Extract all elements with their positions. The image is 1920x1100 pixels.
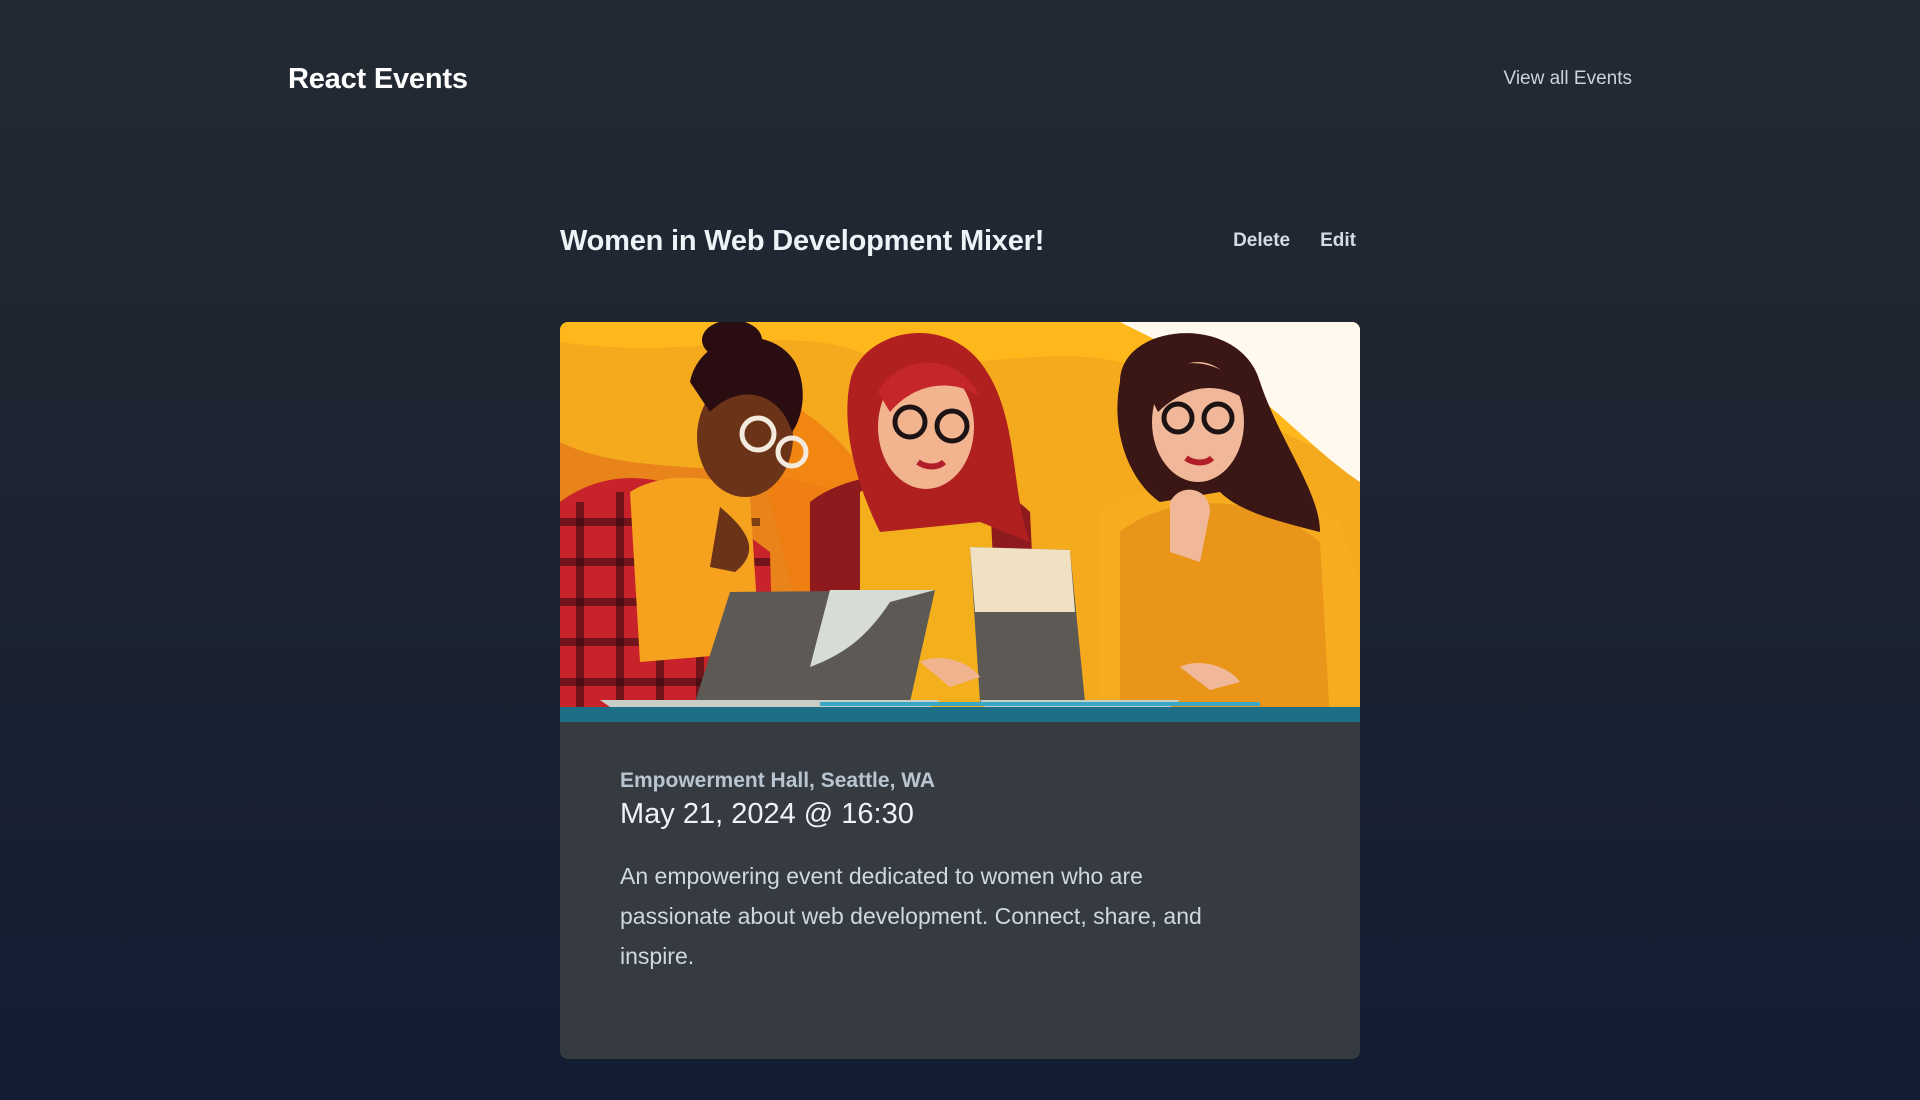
event-description: An empowering event dedicated to women w…	[620, 863, 1202, 969]
event-location: Empowerment Hall, Seattle, WA	[620, 769, 936, 792]
event-details: Empowerment Hall, Seattle, WA May 21, 20…	[560, 722, 1360, 976]
event-header: Women in Web Development Mixer! Delete E…	[560, 216, 1360, 266]
view-all-events-link[interactable]: View all Events	[1504, 68, 1633, 90]
event-image	[560, 322, 1360, 722]
event-title: Women in Web Development Mixer!	[560, 224, 1045, 257]
event-datetime: May 21, 2024 @ 16:30	[620, 798, 914, 830]
brand-logo-link[interactable]: React Events	[288, 63, 468, 96]
edit-button[interactable]: Edit	[1320, 230, 1356, 252]
site-header: React Events View all Events	[288, 54, 1632, 104]
delete-button[interactable]: Delete	[1233, 230, 1290, 252]
event-actions: Delete Edit	[1233, 230, 1356, 252]
event-card: Empowerment Hall, Seattle, WA May 21, 20…	[560, 322, 1360, 1059]
